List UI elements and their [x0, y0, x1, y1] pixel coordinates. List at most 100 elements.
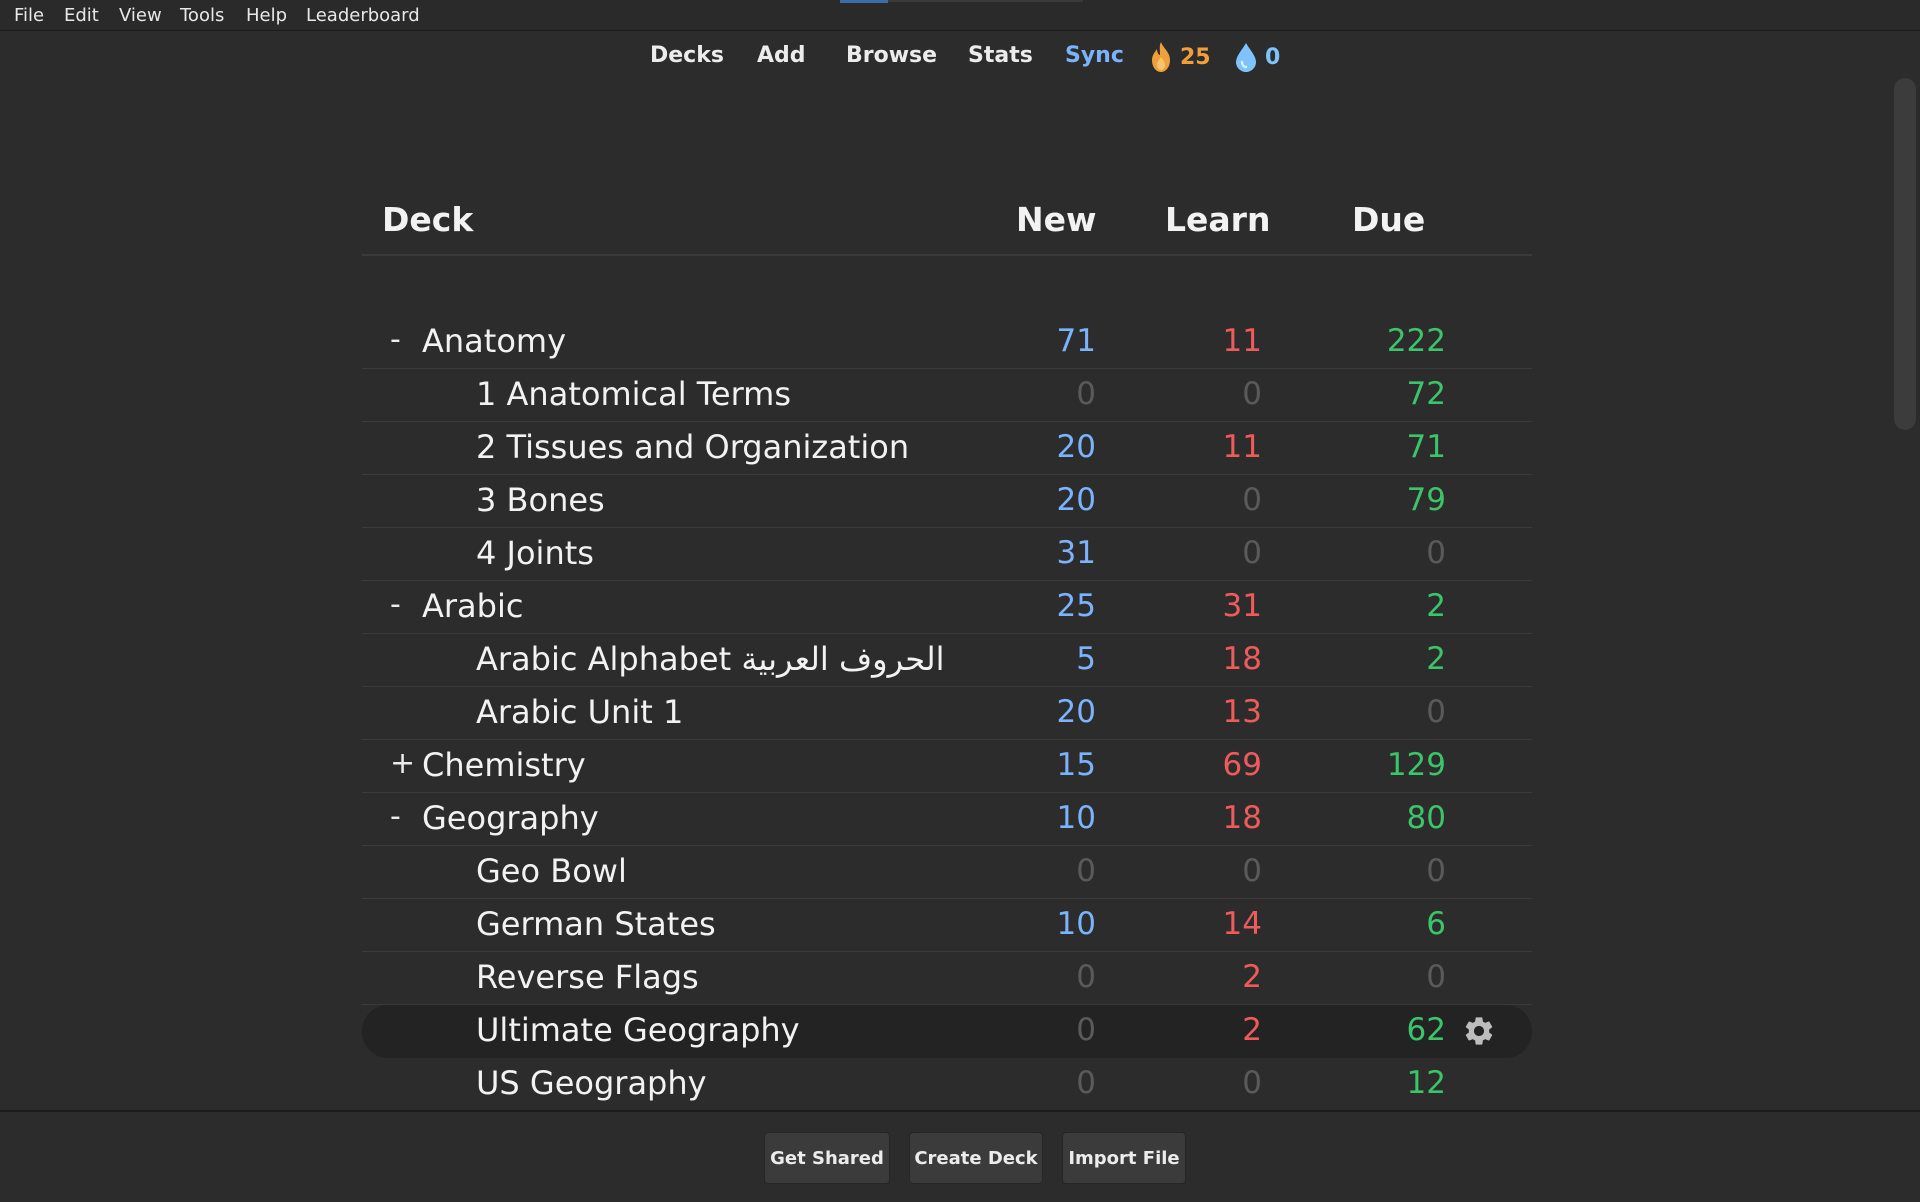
- menu-file[interactable]: File: [14, 5, 44, 26]
- add-button[interactable]: Add: [757, 43, 806, 68]
- due-count: 2: [1426, 588, 1446, 624]
- deck-row[interactable]: - Arabic 25 31 2: [362, 581, 1532, 634]
- deck-row[interactable]: Geo Bowl 0 0 0: [362, 846, 1532, 899]
- window-indicator-track: [888, 0, 1083, 2]
- menu-tools[interactable]: Tools: [180, 5, 224, 26]
- gear-icon[interactable]: [1462, 1014, 1496, 1048]
- deck-row[interactable]: - Geography 10 18 80: [362, 793, 1532, 846]
- collapse-toggle[interactable]: -: [390, 799, 410, 834]
- main-toolbar: Decks Add Browse Stats Sync 25 0: [0, 30, 1920, 85]
- fire-icon: [1152, 42, 1170, 72]
- new-count: 0: [1076, 1012, 1096, 1048]
- import-file-button[interactable]: Import File: [1062, 1132, 1186, 1184]
- deck-name-link[interactable]: Reverse Flags: [476, 958, 699, 996]
- get-shared-button[interactable]: Get Shared: [764, 1132, 890, 1184]
- footer-bar: Get Shared Create Deck Import File: [0, 1110, 1920, 1202]
- deck-name-link[interactable]: Arabic: [422, 587, 523, 625]
- new-count: 0: [1076, 1065, 1096, 1101]
- learn-count: 2: [1242, 959, 1262, 995]
- due-count: 80: [1406, 800, 1446, 836]
- due-count: 79: [1406, 482, 1446, 518]
- new-count: 20: [1056, 694, 1096, 730]
- menu-edit[interactable]: Edit: [64, 5, 99, 26]
- menu-leaderboard[interactable]: Leaderboard: [306, 5, 420, 26]
- new-count: 0: [1076, 853, 1096, 889]
- deck-name-link[interactable]: Geography: [422, 799, 599, 837]
- learn-count: 0: [1242, 535, 1262, 571]
- sync-button[interactable]: Sync: [1065, 43, 1124, 68]
- deck-row[interactable]: 4 Joints 31 0 0: [362, 528, 1532, 581]
- due-count: 0: [1426, 694, 1446, 730]
- learn-count: 13: [1222, 694, 1262, 730]
- water-drop-icon: [1236, 43, 1256, 72]
- deck-name-link[interactable]: Arabic Unit 1: [476, 693, 683, 731]
- deck-row[interactable]: Arabic Alphabet الحروف العربية 5 18 2: [362, 634, 1532, 687]
- new-count: 5: [1076, 641, 1096, 677]
- learn-count: 18: [1222, 800, 1262, 836]
- deck-name-link[interactable]: 4 Joints: [476, 534, 594, 572]
- scrollbar-thumb[interactable]: [1894, 78, 1916, 430]
- deck-row-current[interactable]: Ultimate Geography 0 2 62: [362, 1005, 1532, 1058]
- due-count: 12: [1406, 1065, 1446, 1101]
- new-count: 31: [1056, 535, 1096, 571]
- due-count: 71: [1406, 429, 1446, 465]
- column-header-due: Due: [1352, 200, 1426, 239]
- fire-count: 25: [1180, 44, 1211, 70]
- deck-name-link[interactable]: Geo Bowl: [476, 852, 627, 890]
- due-count: 129: [1386, 747, 1446, 783]
- due-count: 2: [1426, 641, 1446, 677]
- deck-row[interactable]: Arabic Unit 1 20 13 0: [362, 687, 1532, 740]
- deck-name-link[interactable]: Chemistry: [422, 746, 586, 784]
- menu-help[interactable]: Help: [246, 5, 287, 26]
- collapse-toggle[interactable]: -: [390, 322, 410, 357]
- due-count: 0: [1426, 959, 1446, 995]
- deck-name-link[interactable]: Ultimate Geography: [476, 1011, 800, 1049]
- water-counter[interactable]: 0: [1233, 41, 1280, 73]
- deck-name-link[interactable]: Arabic Alphabet الحروف العربية: [476, 640, 945, 678]
- water-count: 0: [1265, 44, 1281, 70]
- create-deck-button[interactable]: Create Deck: [909, 1132, 1043, 1184]
- deck-row[interactable]: German States 10 14 6: [362, 899, 1532, 952]
- deck-row[interactable]: 2 Tissues and Organization 20 11 71: [362, 422, 1532, 475]
- learn-count: 11: [1222, 323, 1262, 359]
- deck-row[interactable]: US Geography 0 0 12: [362, 1058, 1532, 1111]
- streak-counter[interactable]: 25: [1148, 41, 1211, 73]
- deck-name-link[interactable]: US Geography: [476, 1064, 707, 1102]
- due-count: 0: [1426, 853, 1446, 889]
- deck-name-link[interactable]: 1 Anatomical Terms: [476, 375, 791, 413]
- decks-button[interactable]: Decks: [650, 43, 724, 68]
- learn-count: 18: [1222, 641, 1262, 677]
- deck-name-link[interactable]: German States: [476, 905, 716, 943]
- deck-name-link[interactable]: Anatomy: [422, 322, 566, 360]
- learn-count: 2: [1242, 1012, 1262, 1048]
- learn-count: 0: [1242, 1065, 1262, 1101]
- menu-view[interactable]: View: [119, 5, 162, 26]
- learn-count: 0: [1242, 376, 1262, 412]
- deck-row[interactable]: Reverse Flags 0 2 0: [362, 952, 1532, 1005]
- deck-name-link[interactable]: 3 Bones: [476, 481, 605, 519]
- due-count: 0: [1426, 535, 1446, 571]
- collapse-toggle[interactable]: -: [390, 587, 410, 622]
- learn-count: 31: [1222, 588, 1262, 624]
- due-count: 222: [1386, 323, 1446, 359]
- new-count: 20: [1056, 482, 1096, 518]
- learn-count: 14: [1222, 906, 1262, 942]
- due-count: 72: [1406, 376, 1446, 412]
- due-count: 62: [1406, 1012, 1446, 1048]
- deck-row[interactable]: 1 Anatomical Terms 0 0 72: [362, 369, 1532, 422]
- new-count: 20: [1056, 429, 1096, 465]
- deck-row[interactable]: 3 Bones 20 0 79: [362, 475, 1532, 528]
- new-count: 71: [1056, 323, 1096, 359]
- stats-button[interactable]: Stats: [968, 43, 1033, 68]
- deck-row[interactable]: + Chemistry 15 69 129: [362, 740, 1532, 793]
- new-count: 15: [1056, 747, 1096, 783]
- learn-count: 0: [1242, 853, 1262, 889]
- new-count: 0: [1076, 959, 1096, 995]
- deck-name-link[interactable]: 2 Tissues and Organization: [476, 428, 909, 466]
- browse-button[interactable]: Browse: [846, 43, 937, 68]
- expand-toggle[interactable]: +: [390, 746, 415, 781]
- learn-count: 69: [1222, 747, 1262, 783]
- learn-count: 11: [1222, 429, 1262, 465]
- menu-bar: File Edit View Tools Help Leaderboard: [0, 0, 1920, 31]
- deck-row[interactable]: - Anatomy 71 11 222: [362, 316, 1532, 369]
